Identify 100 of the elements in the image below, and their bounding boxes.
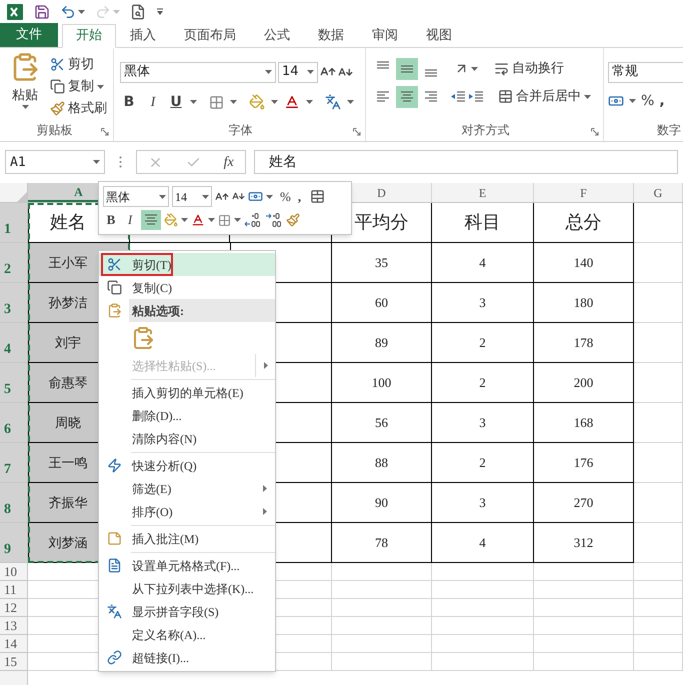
scissors-icon bbox=[106, 257, 122, 272]
column-header[interactable]: E bbox=[432, 183, 534, 202]
comma-button[interactable]: , bbox=[659, 90, 665, 112]
menu-item[interactable]: 从下拉列表中选择(K)... bbox=[99, 577, 275, 600]
ribbon-tab[interactable]: 数据 bbox=[304, 24, 358, 48]
caret-icon bbox=[113, 10, 120, 14]
paste-button[interactable]: 粘贴 bbox=[6, 52, 44, 121]
font-size: 14 bbox=[282, 63, 299, 82]
border-icon[interactable] bbox=[218, 214, 231, 226]
ribbon-tab[interactable]: 公式 bbox=[250, 24, 304, 48]
row-header[interactable]: 1 bbox=[0, 203, 28, 243]
row-header[interactable]: 2 bbox=[0, 243, 28, 283]
comma-button[interactable]: , bbox=[298, 186, 302, 206]
caret-icon bbox=[266, 194, 273, 198]
copy-icon bbox=[50, 79, 65, 94]
caret-icon bbox=[190, 100, 197, 104]
menu-item[interactable]: 超链接(I)... bbox=[99, 646, 275, 669]
lightning-icon bbox=[106, 458, 122, 473]
font-size-select[interactable]: 14 bbox=[172, 186, 212, 207]
paintbrush-icon[interactable] bbox=[286, 213, 300, 227]
menu-item[interactable]: 定义名称(A)... bbox=[99, 623, 275, 646]
file-tab[interactable]: 文件 bbox=[0, 22, 58, 47]
font-color-icon[interactable] bbox=[191, 213, 205, 227]
row-header[interactable]: 8 bbox=[0, 483, 28, 523]
row-header[interactable]: 4 bbox=[0, 323, 28, 363]
underline-button[interactable]: U bbox=[168, 92, 184, 113]
italic-button[interactable]: I bbox=[144, 92, 162, 113]
border-icon[interactable] bbox=[209, 94, 224, 110]
ribbon-tab[interactable]: 审阅 bbox=[358, 24, 412, 48]
grid-cell bbox=[634, 363, 683, 403]
row-header[interactable]: 10 bbox=[0, 563, 28, 581]
column-header[interactable]: F bbox=[534, 183, 634, 202]
insert-function-button[interactable]: fx bbox=[224, 152, 234, 173]
font-size-select[interactable]: 14 bbox=[278, 62, 318, 83]
row-header[interactable]: 11 bbox=[0, 581, 28, 599]
table-cell: 270 bbox=[534, 483, 634, 523]
vertical-align-icon bbox=[376, 60, 390, 69]
percent-button[interactable]: % bbox=[280, 186, 291, 206]
fill-color-icon[interactable] bbox=[249, 94, 265, 110]
grip-icon[interactable] bbox=[119, 156, 122, 168]
ribbon-tab[interactable]: 插入 bbox=[116, 24, 170, 48]
merge-cells-icon bbox=[498, 89, 513, 104]
format-painter-button[interactable]: 格式刷 bbox=[48, 98, 109, 120]
merge-cells-icon[interactable] bbox=[310, 189, 326, 204]
currency-format-icon[interactable] bbox=[248, 189, 263, 204]
row-header[interactable]: 7 bbox=[0, 443, 28, 483]
row-header[interactable]: 9 bbox=[0, 523, 28, 563]
ribbon-tab[interactable]: 页面布局 bbox=[170, 24, 250, 48]
dialog-launcher-icon[interactable] bbox=[101, 128, 109, 136]
group-title: 字体 bbox=[228, 122, 254, 139]
cut-button[interactable]: 剪切 bbox=[48, 54, 109, 76]
horizontal-align-button[interactable] bbox=[396, 86, 418, 108]
row-header[interactable]: 15 bbox=[0, 653, 28, 671]
row-header[interactable]: 5 bbox=[0, 363, 28, 403]
grid-cell bbox=[634, 523, 683, 563]
phonetic-icon bbox=[106, 604, 122, 619]
row-header[interactable]: 3 bbox=[0, 283, 28, 323]
name-box[interactable]: A1 bbox=[5, 150, 105, 174]
row-header[interactable]: 6 bbox=[0, 403, 28, 443]
menu-item[interactable]: 显示拼音字段(S) bbox=[99, 600, 275, 623]
column-header[interactable]: G bbox=[634, 183, 683, 202]
row-header[interactable]: 12 bbox=[0, 599, 28, 617]
vertical-align-button[interactable] bbox=[396, 58, 418, 80]
ribbon-tab[interactable]: 视图 bbox=[412, 24, 466, 48]
bold-button[interactable]: B bbox=[103, 210, 119, 230]
merge-center-button[interactable]: 合并后居中 bbox=[498, 86, 591, 106]
phonetic-guide-icon[interactable] bbox=[325, 94, 341, 110]
caret-icon bbox=[181, 218, 188, 222]
font-name-select[interactable]: 黑体 bbox=[103, 186, 169, 207]
caret-icon bbox=[78, 10, 85, 14]
menu-item[interactable]: 剪切(T) bbox=[99, 253, 275, 276]
table-cell: 60 bbox=[332, 283, 432, 323]
percent-button[interactable]: % bbox=[641, 90, 654, 112]
vertical-align-icon bbox=[424, 68, 438, 77]
table-cell: 180 bbox=[534, 283, 634, 323]
dialog-launcher-icon[interactable] bbox=[591, 128, 599, 136]
row-header[interactable]: 13 bbox=[0, 617, 28, 635]
app-logo-icon[interactable] bbox=[6, 2, 24, 21]
save-icon[interactable] bbox=[34, 4, 50, 20]
caret-icon bbox=[97, 84, 104, 89]
row-header[interactable]: 14 bbox=[0, 635, 28, 653]
bold-button[interactable]: B bbox=[120, 92, 138, 113]
number-format-select[interactable]: 常规 bbox=[608, 62, 683, 83]
print-preview-icon[interactable] bbox=[130, 4, 146, 20]
dialog-launcher-icon[interactable] bbox=[353, 128, 361, 136]
font-name-select[interactable]: 黑体 bbox=[120, 62, 276, 83]
font-color-icon[interactable] bbox=[284, 94, 300, 110]
decrease-decimal-icon bbox=[265, 212, 283, 228]
table-cell: 176 bbox=[534, 443, 634, 483]
fill-color-icon[interactable] bbox=[164, 213, 178, 227]
center-align-button[interactable] bbox=[141, 210, 161, 230]
customize-menu-icon[interactable] bbox=[156, 8, 164, 16]
caret-icon bbox=[22, 105, 28, 110]
undo-icon[interactable] bbox=[60, 4, 76, 20]
copy-button[interactable]: 复制 bbox=[48, 76, 109, 98]
ribbon-tab[interactable]: 开始 bbox=[62, 24, 116, 48]
table-cell: 总分 bbox=[534, 203, 634, 243]
wrap-text-button[interactable]: 自动换行 bbox=[494, 58, 564, 78]
caret-icon bbox=[208, 218, 215, 222]
formula-field[interactable]: 姓名 bbox=[254, 150, 678, 174]
